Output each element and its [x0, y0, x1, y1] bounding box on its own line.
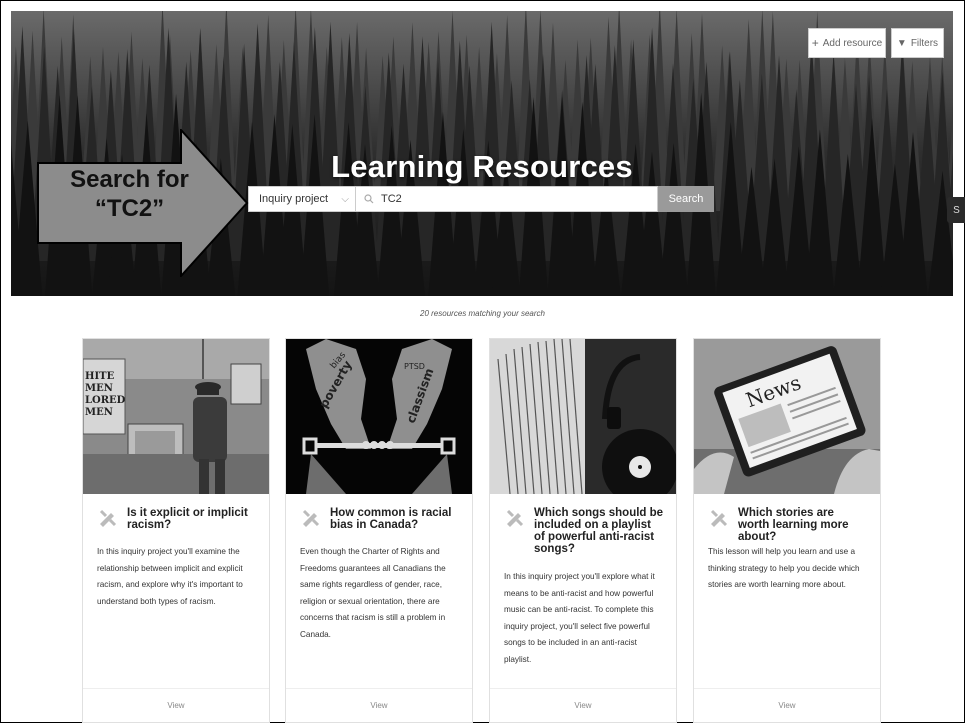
- resource-type-select[interactable]: Inquiry project ⌵: [248, 186, 356, 212]
- search-icon: [364, 194, 374, 204]
- view-button[interactable]: View: [83, 688, 269, 722]
- callout-line-2: “TC2”: [94, 195, 165, 222]
- side-tab[interactable]: S: [947, 197, 965, 223]
- search-query: TC2: [381, 193, 402, 205]
- pencil-ruler-icon: [710, 509, 728, 527]
- card-image-records-headphones: [490, 339, 676, 494]
- card-image-word-cloud-hands: bias PTSD poverty classism: [286, 339, 472, 494]
- view-button[interactable]: View: [286, 688, 472, 722]
- filters-label: Filters: [910, 37, 939, 49]
- svg-text:MEN: MEN: [85, 383, 113, 394]
- page-frame: + Add resource ▼ Filters Learning Resour…: [0, 0, 965, 723]
- card-title[interactable]: How common is racial bias in Canada?: [330, 507, 460, 531]
- pencil-ruler-icon: [302, 509, 320, 527]
- card-description: Even though the Charter of Rights and Fr…: [300, 547, 446, 639]
- resource-card[interactable]: News Which stories are worth learning mo…: [693, 338, 881, 723]
- card-image-news-tablet: News: [694, 339, 880, 494]
- callout-text: Search for “TC2”: [37, 165, 222, 223]
- search-input[interactable]: TC2: [356, 186, 658, 212]
- results-count: 20 resources matching your search: [420, 309, 545, 318]
- card-description: In this inquiry project you'll examine t…: [97, 547, 243, 606]
- pencil-ruler-icon: [99, 509, 117, 527]
- card-image-drinking-fountain: HITE MEN LORED MEN: [83, 339, 269, 494]
- view-button[interactable]: View: [490, 688, 676, 722]
- view-button[interactable]: View: [694, 688, 880, 722]
- resource-card[interactable]: bias PTSD poverty classism How common is…: [285, 338, 473, 723]
- add-resource-button[interactable]: + Add resource: [808, 28, 886, 58]
- card-description: In this inquiry project you'll explore w…: [504, 572, 655, 664]
- resource-type-value: Inquiry project: [259, 193, 329, 205]
- card-title[interactable]: Is it explicit or implicit racism?: [127, 507, 257, 531]
- card-image-sign-text: HITE: [85, 371, 115, 382]
- filters-button[interactable]: ▼ Filters: [891, 28, 944, 58]
- chevron-down-icon: ⌵: [341, 193, 349, 205]
- resource-card[interactable]: Which songs should be included on a play…: [489, 338, 677, 723]
- resource-card[interactable]: HITE MEN LORED MEN Is it explicit or imp…: [82, 338, 270, 723]
- card-title[interactable]: Which stories are worth learning more ab…: [738, 507, 868, 543]
- funnel-icon: ▼: [896, 37, 907, 49]
- search-bar: Inquiry project ⌵ TC2 Search: [248, 186, 714, 212]
- pencil-ruler-icon: [506, 509, 524, 527]
- search-button[interactable]: Search: [658, 186, 714, 212]
- add-resource-label: Add resource: [822, 37, 883, 49]
- svg-text:LORED: LORED: [85, 395, 126, 406]
- callout-line-1: Search for: [70, 166, 189, 193]
- svg-text:MEN: MEN: [85, 407, 113, 418]
- card-title[interactable]: Which songs should be included on a play…: [534, 507, 664, 555]
- plus-icon: +: [811, 36, 819, 50]
- card-description: This lesson will help you learn and use …: [708, 547, 860, 589]
